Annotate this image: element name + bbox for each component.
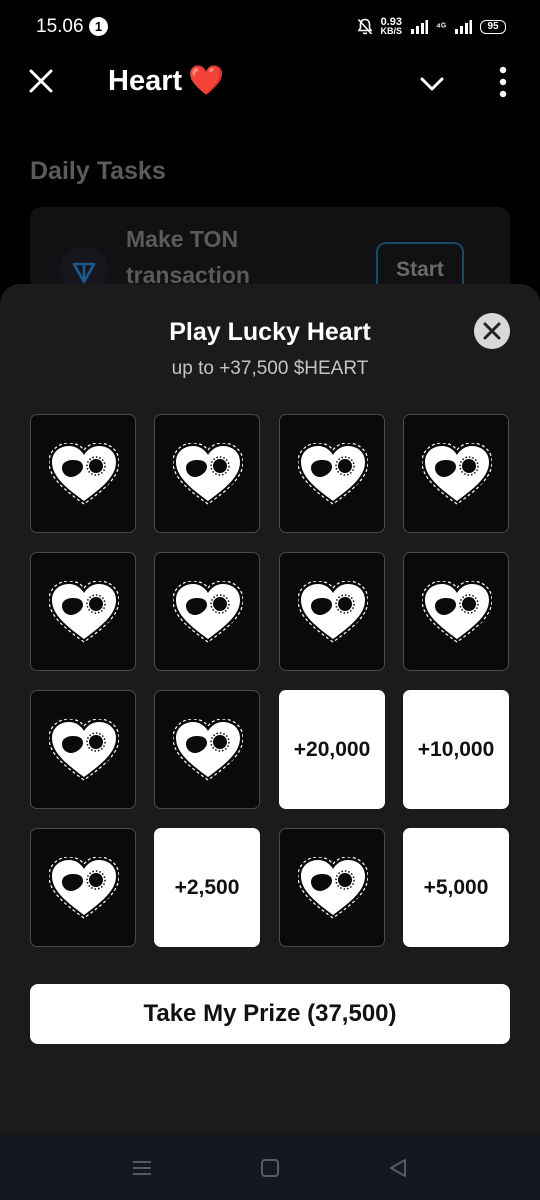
- signal-icon-2: [455, 20, 472, 34]
- heart-tile[interactable]: [279, 414, 385, 533]
- battery-icon: 95: [480, 20, 506, 34]
- network-speed: 0.93 KB/S: [380, 16, 403, 36]
- mute-bell-icon: [357, 18, 372, 35]
- page-title: Heart ❤️: [108, 64, 225, 98]
- recents-icon[interactable]: [130, 1156, 154, 1180]
- heart-tile[interactable]: [154, 414, 260, 533]
- sheet-subtitle: up to +37,500 $HEART: [171, 358, 369, 379]
- heart-tile[interactable]: [30, 690, 136, 809]
- take-prize-button[interactable]: Take My Prize (37,500): [30, 984, 510, 1044]
- stitched-heart-icon: [49, 719, 119, 781]
- sheet-title: Play Lucky Heart: [169, 318, 371, 346]
- status-icons: 0.93 KB/S ⁴ᴳ 95: [357, 15, 506, 39]
- heart-tile[interactable]: [403, 552, 509, 671]
- stitched-heart-icon: [173, 719, 243, 781]
- tile-value: +20,000: [293, 737, 371, 761]
- heart-tile[interactable]: [279, 828, 385, 947]
- stitched-heart-icon: [298, 857, 368, 919]
- notification-badge: 1: [89, 17, 108, 36]
- stitched-heart-icon: [173, 581, 243, 643]
- revealed-tile[interactable]: +20,000: [279, 690, 385, 809]
- status-time: 15.06: [36, 16, 84, 37]
- stitched-heart-icon: [422, 581, 492, 643]
- revealed-tile[interactable]: +10,000: [403, 690, 509, 809]
- heart-tile[interactable]: [30, 414, 136, 533]
- daily-tasks-heading: Daily Tasks: [30, 157, 166, 185]
- lucky-heart-sheet: Play Lucky Heart up to +37,500 $HEART +2…: [0, 284, 540, 1134]
- revealed-tile[interactable]: +2,500: [154, 828, 260, 947]
- stitched-heart-icon: [173, 443, 243, 505]
- tile-value: +5,000: [423, 875, 489, 899]
- system-nav-bar: [0, 1134, 540, 1200]
- heart-tile[interactable]: [154, 690, 260, 809]
- stitched-heart-icon: [298, 443, 368, 505]
- task-label: Make TON transaction: [126, 226, 250, 288]
- heart-emoji-icon: ❤️: [188, 65, 225, 97]
- stitched-heart-icon: [49, 443, 119, 505]
- app-header: Heart ❤️: [0, 52, 540, 116]
- status-bar: 15.06 1 0.93 KB/S ⁴ᴳ 95: [0, 0, 540, 52]
- close-sheet-icon[interactable]: [474, 313, 510, 349]
- heart-tile[interactable]: [30, 828, 136, 947]
- close-icon[interactable]: [26, 66, 56, 96]
- more-vertical-icon[interactable]: [488, 64, 518, 100]
- tile-value: +2,500: [174, 875, 240, 899]
- heart-tile[interactable]: [403, 414, 509, 533]
- signal-icon: [411, 20, 429, 34]
- stitched-heart-icon: [49, 581, 119, 643]
- stitched-heart-icon: [49, 857, 119, 919]
- stitched-heart-icon: [298, 581, 368, 643]
- revealed-tile[interactable]: +5,000: [403, 828, 509, 947]
- back-icon[interactable]: [386, 1156, 410, 1180]
- heart-tile[interactable]: [279, 552, 385, 671]
- stitched-heart-icon: [422, 443, 492, 505]
- network-type: ⁴ᴳ: [436, 21, 446, 33]
- chevron-down-icon[interactable]: [418, 70, 446, 98]
- heart-tile[interactable]: [30, 552, 136, 671]
- heart-tile[interactable]: [154, 552, 260, 671]
- home-icon[interactable]: [258, 1156, 282, 1180]
- tile-value: +10,000: [417, 737, 495, 761]
